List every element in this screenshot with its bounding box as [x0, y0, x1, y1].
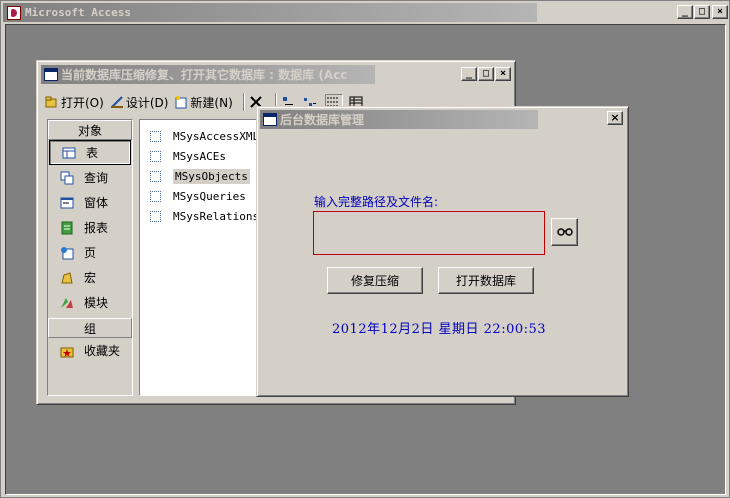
table-icon: [150, 170, 161, 182]
list-item-selected[interactable]: MSysObjects: [140, 166, 268, 186]
design-button[interactable]: 设计(D): [110, 94, 169, 111]
backend-db-dialog: 后台数据库管理 × 输入完整路径及文件名: 修复压缩 打开数据库 2012年12…: [256, 106, 629, 397]
open-folder-icon: [45, 95, 59, 109]
open-button[interactable]: 打开(O): [45, 94, 104, 111]
app-title-bar[interactable]: Microsoft Access: [3, 3, 537, 22]
access-app-window: Microsoft Access _ □ × 当前数据库压缩修复、打开其它数据库…: [0, 0, 730, 498]
objects-bar: 对象 表 查询 窗体 报表 页 宏 模块 组 收藏夹: [47, 119, 133, 396]
list-item[interactable]: MSysRelationships: [140, 206, 268, 226]
object-pages[interactable]: 页: [48, 240, 132, 265]
list-item[interactable]: MSysAccessXML: [140, 126, 268, 146]
datetime-display: 2012年12月2日 星期日 22:00:53: [332, 322, 547, 337]
object-queries[interactable]: 查询: [48, 165, 132, 190]
groups-group-header[interactable]: 组: [48, 318, 132, 338]
db-minimize-button[interactable]: _: [461, 67, 477, 81]
query-icon: [60, 171, 74, 185]
objects-group-header[interactable]: 对象: [48, 120, 132, 140]
app-title: Microsoft Access: [25, 6, 131, 19]
form-window-icon: [263, 113, 277, 126]
database-window-icon: [44, 68, 58, 81]
table-list: MSysAccessXML MSysACEs MSysObjects MSysQ…: [139, 119, 269, 396]
dialog-close-button[interactable]: ×: [607, 111, 623, 125]
macro-icon: [60, 271, 74, 285]
table-icon: [150, 190, 161, 202]
app-close-button[interactable]: ×: [712, 5, 728, 19]
access-logo-icon: [7, 5, 21, 20]
module-icon: [60, 296, 74, 310]
favorites-folder-icon: [60, 344, 74, 358]
list-item[interactable]: MSysACEs: [140, 146, 268, 166]
binoculars-icon: [556, 225, 573, 239]
design-label: 设计(D): [125, 95, 169, 110]
table-icon: [150, 210, 161, 222]
form-icon: [60, 196, 74, 210]
object-macros[interactable]: 宏: [48, 265, 132, 290]
object-label: 宏: [84, 271, 97, 285]
open-label: 打开(O): [61, 95, 104, 110]
dialog-title-bar[interactable]: 后台数据库管理: [260, 110, 538, 129]
object-label: 窗体: [84, 196, 109, 210]
path-label: 输入完整路径及文件名:: [314, 195, 439, 209]
dialog-title: 后台数据库管理: [280, 113, 365, 127]
new-button[interactable]: 新建(N): [174, 94, 233, 111]
object-forms[interactable]: 窗体: [48, 190, 132, 215]
app-maximize-button[interactable]: □: [694, 5, 710, 19]
page-icon: [60, 246, 74, 260]
list-item[interactable]: MSysQueries: [140, 186, 268, 206]
repair-compact-button[interactable]: 修复压缩: [327, 267, 423, 294]
object-label: 表: [86, 146, 99, 160]
db-maximize-button[interactable]: □: [478, 67, 494, 81]
toolbar-separator: [242, 93, 245, 111]
object-label: 报表: [84, 221, 109, 235]
report-icon: [60, 221, 74, 235]
db-close-button[interactable]: ×: [495, 67, 511, 81]
object-modules[interactable]: 模块: [48, 290, 132, 315]
db-window-title: 当前数据库压缩修复、打开其它数据库 : 数据库 (Acc: [61, 68, 348, 82]
new-label: 新建(N): [190, 95, 233, 110]
object-label: 页: [84, 246, 97, 260]
app-minimize-button[interactable]: _: [677, 5, 693, 19]
object-reports[interactable]: 报表: [48, 215, 132, 240]
object-label: 查询: [84, 171, 109, 185]
object-label: 模块: [84, 296, 109, 310]
path-input[interactable]: [313, 211, 545, 255]
design-pencil-icon: [110, 95, 124, 109]
db-window-title-bar[interactable]: 当前数据库压缩修复、打开其它数据库 : 数据库 (Acc: [41, 65, 375, 84]
object-label: 收藏夹: [84, 344, 121, 358]
table-icon: [150, 130, 161, 142]
group-favorites[interactable]: 收藏夹: [48, 338, 132, 363]
object-tables[interactable]: 表: [49, 140, 131, 165]
table-icon: [62, 146, 76, 160]
browse-button[interactable]: [551, 218, 578, 246]
table-icon: [150, 150, 161, 162]
new-object-icon: [174, 95, 188, 109]
open-database-button[interactable]: 打开数据库: [438, 267, 534, 294]
